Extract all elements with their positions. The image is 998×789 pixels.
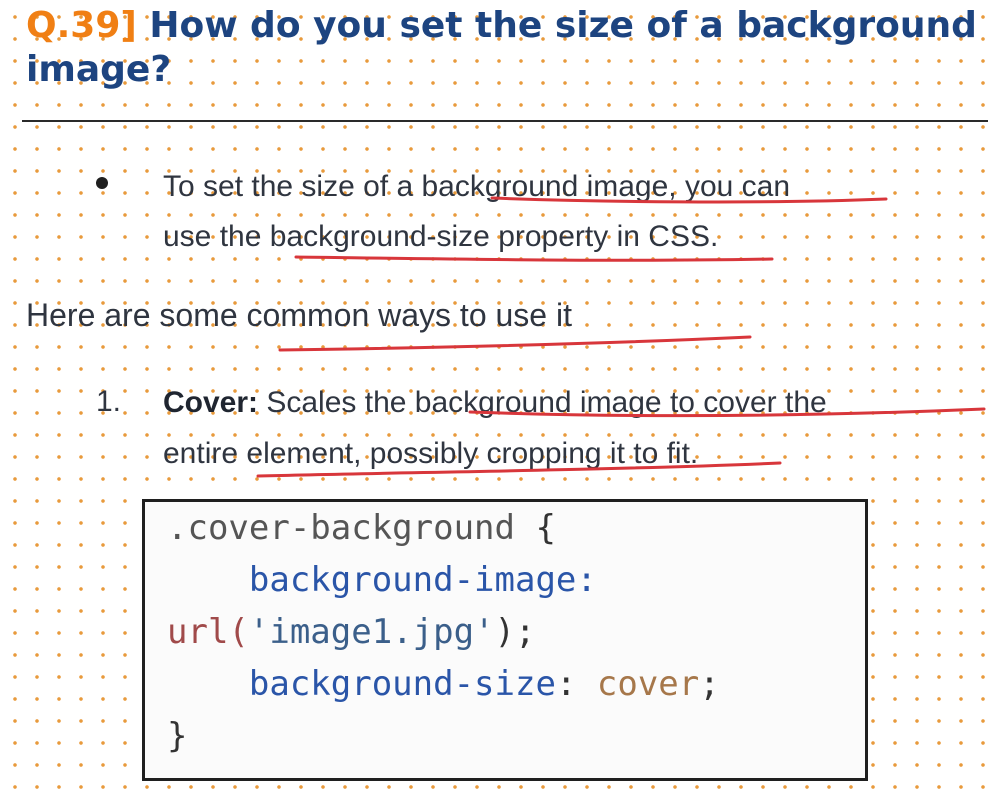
code-snippet: .cover-background { background-image: ur… — [167, 508, 720, 756]
list-item-line-1: Cover: Scales the background image to co… — [163, 377, 983, 428]
intro-text: Here are some common ways to use it — [26, 297, 572, 333]
code-snippet-box: .cover-background { background-image: ur… — [142, 499, 868, 781]
question-title: How do you set the size of a background … — [26, 5, 977, 90]
code-function: url( — [167, 612, 249, 652]
bullet-icon — [96, 177, 108, 189]
code-property: background-image — [248, 560, 577, 600]
code-brace-open: { — [515, 508, 556, 548]
list-number: 1. — [96, 385, 122, 418]
code-brace-close: } — [167, 716, 188, 756]
bullet-line-2: use the background-size property in CSS. — [163, 220, 719, 253]
list-item-term: Cover: — [163, 386, 259, 419]
question-number: Q.39] — [26, 5, 137, 46]
code-selector: .cover-background — [167, 508, 515, 548]
list-item-line-1-text: Scales the background image to cover the — [258, 386, 827, 419]
bullet-line-1: To set the size of a background image, y… — [163, 170, 791, 203]
heading-divider — [22, 120, 988, 122]
list-item-line-2: entire element, possibly cropping it to … — [163, 437, 699, 470]
page-heading: Q.39] How do you set the size of a backg… — [26, 4, 986, 92]
bullet-paragraph: To set the size of a background image, y… — [163, 162, 943, 262]
code-value: cover — [596, 664, 700, 704]
code-property: background-size — [248, 664, 556, 704]
code-string: 'image1.jpg' — [248, 612, 495, 652]
list-item: Cover: Scales the background image to co… — [163, 377, 983, 479]
